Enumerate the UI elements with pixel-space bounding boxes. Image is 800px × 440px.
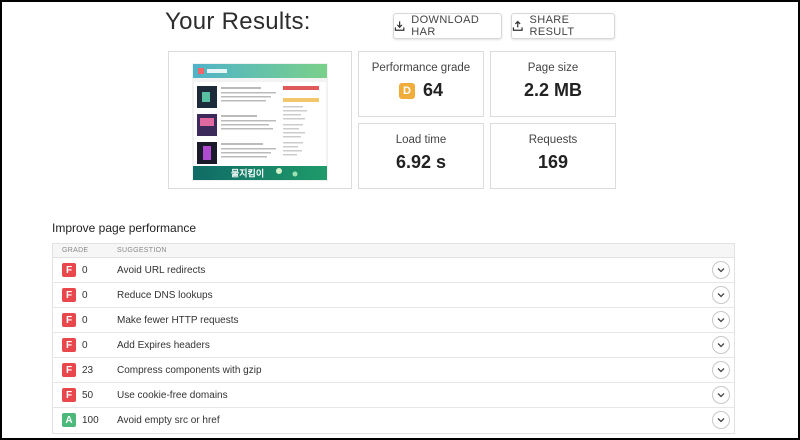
grade-badge: F bbox=[62, 388, 76, 402]
download-icon bbox=[394, 21, 405, 31]
grade-letter-badge: D bbox=[398, 82, 415, 99]
score-value: 100 bbox=[82, 415, 99, 426]
suggestion-text: Add Expires headers bbox=[117, 340, 210, 351]
performance-grade-card: Performance grade D 64 bbox=[358, 51, 484, 117]
expand-chevron-icon[interactable] bbox=[712, 286, 730, 304]
requests-label: Requests bbox=[528, 134, 578, 146]
table-row[interactable]: F 0 Reduce DNS lookups bbox=[53, 283, 734, 308]
expand-chevron-icon[interactable] bbox=[712, 261, 730, 279]
requests-value: 169 bbox=[537, 152, 569, 172]
score-value: 0 bbox=[82, 315, 88, 326]
table-row[interactable]: F 50 Use cookie-free domains bbox=[53, 383, 734, 408]
page-title: Your Results: bbox=[165, 8, 311, 35]
improve-section-title: Improve page performance bbox=[52, 221, 197, 235]
download-har-label: DOWNLOAD HAR bbox=[411, 14, 480, 38]
score-value: 50 bbox=[82, 390, 94, 401]
suggestion-text: Compress components with gzip bbox=[117, 365, 262, 376]
expand-chevron-icon[interactable] bbox=[712, 411, 730, 429]
load-time-value: 6.92 s bbox=[395, 152, 447, 172]
thumbnail-banner-text: 물지킴이 bbox=[231, 168, 264, 180]
suggestion-column-header: SUGGESTION bbox=[117, 247, 167, 254]
page-size-value: 2.2 MB bbox=[523, 80, 583, 100]
page-screenshot-thumbnail: 물지킴이 bbox=[168, 51, 352, 189]
share-result-label: SHARE RESULT bbox=[529, 14, 575, 38]
performance-grade-label: Performance grade bbox=[371, 62, 471, 74]
grade-badge: F bbox=[62, 363, 76, 377]
page-size-card: Page size 2.2 MB bbox=[490, 51, 616, 117]
suggestion-text: Use cookie-free domains bbox=[117, 390, 228, 401]
performance-grade-value: 64 bbox=[422, 80, 444, 100]
score-value: 0 bbox=[82, 340, 88, 351]
page-screenshot-image: 물지킴이 bbox=[192, 63, 328, 181]
suggestion-text: Avoid URL redirects bbox=[117, 265, 206, 276]
requests-card: Requests 169 bbox=[490, 123, 616, 189]
page-size-label: Page size bbox=[527, 62, 579, 74]
score-value: 0 bbox=[82, 265, 88, 276]
expand-chevron-icon[interactable] bbox=[712, 336, 730, 354]
grade-badge: F bbox=[62, 288, 76, 302]
grade-badge: A bbox=[62, 413, 76, 427]
grade-badge: F bbox=[62, 338, 76, 352]
share-icon bbox=[512, 20, 523, 31]
suggestion-text: Reduce DNS lookups bbox=[117, 290, 213, 301]
performance-grade-value-wrap: D 64 bbox=[359, 80, 483, 101]
expand-chevron-icon[interactable] bbox=[712, 311, 730, 329]
suggestions-table: GRADE SUGGESTION F 0 Avoid URL redirects… bbox=[52, 243, 735, 434]
share-result-button[interactable]: SHARE RESULT bbox=[511, 13, 615, 39]
score-value: 23 bbox=[82, 365, 94, 376]
expand-chevron-icon[interactable] bbox=[712, 361, 730, 379]
table-row[interactable]: F 0 Add Expires headers bbox=[53, 333, 734, 358]
score-value: 0 bbox=[82, 290, 88, 301]
grade-column-header: GRADE bbox=[62, 247, 89, 254]
download-har-button[interactable]: DOWNLOAD HAR bbox=[393, 13, 502, 39]
table-header: GRADE SUGGESTION bbox=[53, 244, 734, 258]
load-time-label: Load time bbox=[395, 134, 447, 146]
load-time-card: Load time 6.92 s bbox=[358, 123, 484, 189]
table-row[interactable]: F 0 Make fewer HTTP requests bbox=[53, 308, 734, 333]
table-row[interactable]: F 0 Avoid URL redirects bbox=[53, 258, 734, 283]
table-row[interactable]: F 23 Compress components with gzip bbox=[53, 358, 734, 383]
suggestion-text: Avoid empty src or href bbox=[117, 415, 220, 426]
grade-badge: F bbox=[62, 313, 76, 327]
table-row[interactable]: A 100 Avoid empty src or href bbox=[53, 408, 734, 433]
grade-badge: F bbox=[62, 263, 76, 277]
suggestion-text: Make fewer HTTP requests bbox=[117, 315, 239, 326]
expand-chevron-icon[interactable] bbox=[712, 386, 730, 404]
